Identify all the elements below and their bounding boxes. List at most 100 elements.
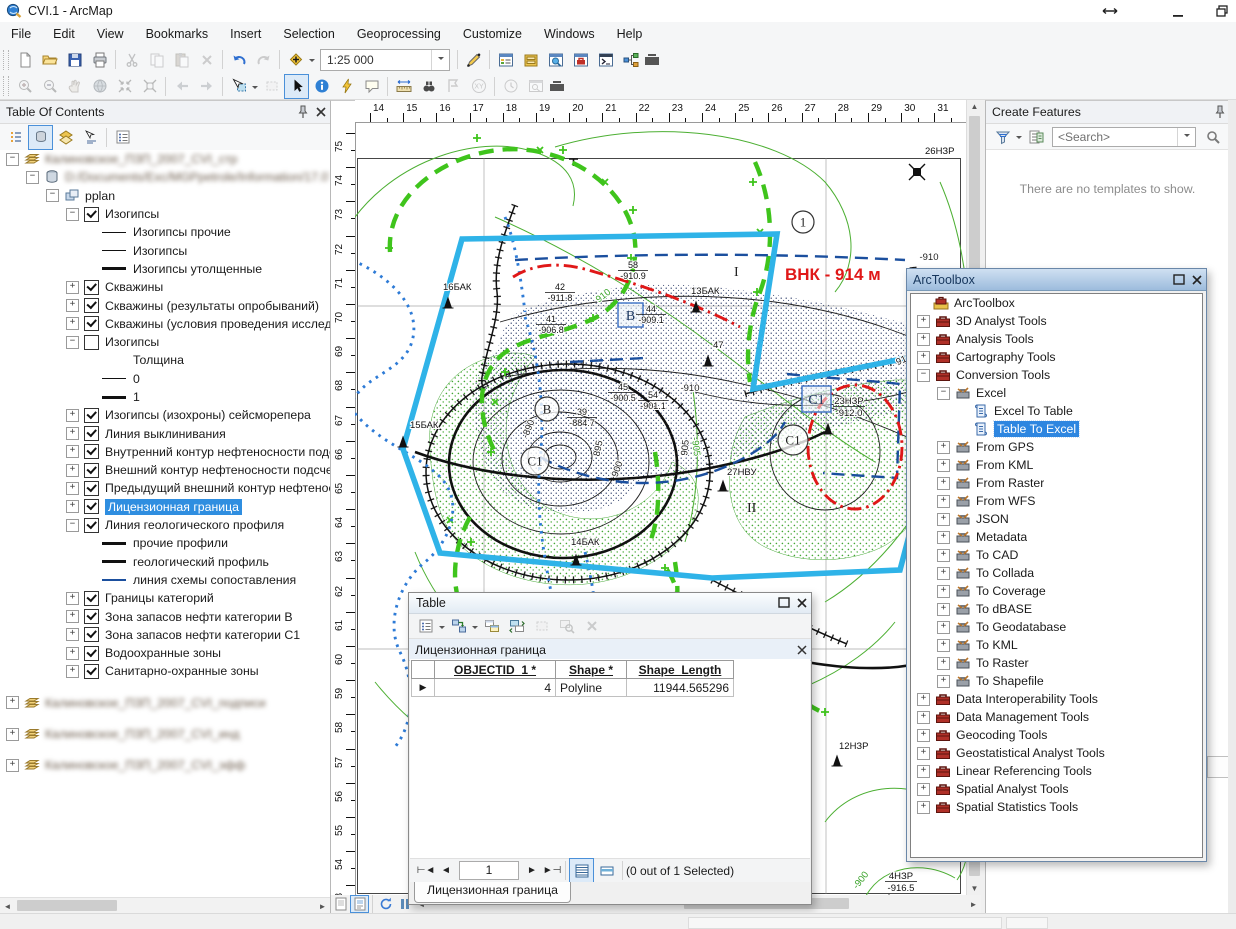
select-features-tool[interactable] [226, 74, 251, 99]
toc-item-d-documents-exc-mgppetrole-information-1[interactable]: −D:/Documents/Exc/MGPpetrole/Information… [0, 168, 330, 186]
layer-visibility-checkbox[interactable] [84, 207, 99, 222]
zoom-to-selected-button[interactable] [554, 614, 579, 639]
table-options-button-dropdown-icon[interactable] [439, 626, 445, 632]
redo-button[interactable] [251, 47, 276, 72]
layer-visibility-checkbox[interactable] [84, 444, 99, 459]
expand-icon[interactable]: + [937, 675, 950, 688]
related-tables-button[interactable] [446, 614, 471, 639]
scroll-up-icon[interactable]: ▲ [967, 102, 982, 111]
expand-icon[interactable]: + [937, 657, 950, 670]
arctoolbox-item-geostatistical-analyst-tools[interactable]: +Geostatistical Analyst Tools [911, 744, 1202, 762]
expand-icon[interactable]: + [66, 427, 79, 440]
full-extent-button[interactable] [87, 74, 112, 99]
select-by-attributes-button[interactable] [479, 614, 504, 639]
clear-table-selection-button[interactable] [529, 614, 554, 639]
toc-item-геологический-профиль[interactable]: геологический профиль [0, 553, 330, 571]
catalog-window-button[interactable] [518, 47, 543, 72]
toc-item-внешний-контур-нефтеносности-подсче[interactable]: +Внешний контур нефтеносности подсче [0, 461, 330, 479]
toc-item-калиновское-пзп-2007-cvi-стр[interactable]: −Калиновское_ПЗП_2007_CVI_стр [0, 150, 330, 168]
layer-visibility-checkbox[interactable] [84, 518, 99, 533]
arctoolbox-item-spatial-analyst-tools[interactable]: +Spatial Analyst Tools [911, 780, 1202, 798]
table-row[interactable]: ▶ 4 Polyline 11944.565296 [412, 679, 734, 697]
time-slider-button[interactable] [498, 74, 523, 99]
arctoolbox-item-spatial-statistics-tools[interactable]: +Spatial Statistics Tools [911, 798, 1202, 816]
arctoolbox-item-cartography-tools[interactable]: +Cartography Tools [911, 348, 1202, 366]
menu-bookmarks[interactable]: Bookmarks [135, 24, 220, 44]
collapse-icon[interactable]: − [937, 387, 950, 400]
collapse-icon[interactable]: − [6, 153, 19, 166]
layer-visibility-checkbox[interactable] [84, 408, 99, 423]
switch-selection-button[interactable] [504, 614, 529, 639]
arctoolbox-item-to-raster[interactable]: +To Raster [911, 654, 1202, 672]
arctoolbox-item-conversion-tools[interactable]: −Conversion Tools [911, 366, 1202, 384]
expand-icon[interactable]: + [937, 603, 950, 616]
viewer-window-button[interactable] [523, 74, 548, 99]
layer-visibility-checkbox[interactable] [84, 280, 99, 295]
layer-visibility-checkbox[interactable] [84, 499, 99, 514]
arctoolbox-item-to-dbase[interactable]: +To dBASE [911, 600, 1202, 618]
back-extent-button[interactable] [169, 74, 194, 99]
table-header-row[interactable]: OBJECTID_1 * Shape * Shape_Length [412, 661, 734, 679]
arctoolbox-item-json[interactable]: +JSON [911, 510, 1202, 528]
layer-visibility-checkbox[interactable] [84, 316, 99, 331]
filter-dropdown-icon[interactable] [1016, 136, 1022, 142]
menu-geoprocessing[interactable]: Geoprocessing [346, 24, 452, 44]
next-record-button[interactable]: ► [522, 865, 542, 876]
toc-item-pplan[interactable]: −pplan [0, 187, 330, 205]
arctoolbox-item-to-cad[interactable]: +To CAD [911, 546, 1202, 564]
toc-item-санитарно-охранные-зоны[interactable]: +Санитарно-охранные зоны [0, 662, 330, 680]
arctoolbox-title-bar[interactable]: ArcToolbox [907, 269, 1206, 291]
expand-icon[interactable]: + [917, 693, 930, 706]
toc-item-калиновское-пзп-2007-cvi-подписи[interactable]: +Калиновское_ПЗП_2007_CVI_подписи [0, 694, 330, 712]
expand-icon[interactable]: + [917, 711, 930, 724]
arctoolbox-item-3d-analyst-tools[interactable]: +3D Analyst Tools [911, 312, 1202, 330]
expand-icon[interactable]: + [66, 610, 79, 623]
toc-item-скважины[interactable]: +Скважины [0, 278, 330, 296]
expand-icon[interactable]: + [66, 409, 79, 422]
toc-item-скважины-условия-проведения-исследо[interactable]: +Скважины (условия проведения исследо [0, 315, 330, 333]
expand-icon[interactable]: + [6, 696, 19, 709]
arctoolbox-item-to-coverage[interactable]: +To Coverage [911, 582, 1202, 600]
pan-tool[interactable] [62, 74, 87, 99]
expand-icon[interactable]: + [937, 513, 950, 526]
expand-icon[interactable]: + [66, 592, 79, 605]
collapse-icon[interactable]: − [26, 171, 39, 184]
menu-customize[interactable]: Customize [452, 24, 533, 44]
menu-insert[interactable]: Insert [219, 24, 272, 44]
table-title-bar[interactable]: Table [409, 593, 811, 614]
show-all-records-button[interactable] [569, 858, 594, 883]
identify-tool[interactable] [309, 74, 334, 99]
layer-visibility-checkbox[interactable] [84, 609, 99, 624]
refresh-view-button[interactable] [376, 895, 395, 913]
menu-windows[interactable]: Windows [533, 24, 606, 44]
arctoolbox-item-from-kml[interactable]: +From KML [911, 456, 1202, 474]
expand-icon[interactable]: + [937, 477, 950, 490]
python-window-button[interactable] [593, 47, 618, 72]
toc-item-изогипсы-изохроны-сейсморепера[interactable]: +Изогипсы (изохроны) сейсморепера [0, 406, 330, 424]
toc-item-линия-выклинивания[interactable]: +Линия выклинивания [0, 424, 330, 442]
previous-record-button[interactable]: ◄ [436, 865, 456, 876]
arctoolbox-item-arctoolbox[interactable]: ArcToolbox [911, 294, 1202, 312]
toc-item-зона-запасов-нефти-категории-c1[interactable]: +Зона запасов нефти категории C1 [0, 626, 330, 644]
select-features-tool-dropdown-icon[interactable] [252, 86, 258, 92]
list-by-drawing-order-button[interactable] [3, 125, 28, 150]
toolbar-overflow-button[interactable] [550, 81, 564, 91]
toc-item-прочие-профили[interactable]: прочие профили [0, 534, 330, 552]
add-data-button-dropdown-icon[interactable] [309, 59, 315, 65]
toc-item-0[interactable]: 0 [0, 370, 330, 388]
expand-icon[interactable]: + [937, 567, 950, 580]
save-button[interactable] [62, 47, 87, 72]
undo-button[interactable] [226, 47, 251, 72]
first-record-button[interactable]: ⊢◄ [416, 865, 436, 876]
cut-button[interactable] [119, 47, 144, 72]
toc-close-icon[interactable] [312, 103, 330, 121]
open-button[interactable] [37, 47, 62, 72]
layout-view-button[interactable] [350, 895, 369, 913]
toc-item-границы-категорий[interactable]: +Границы категорий [0, 589, 330, 607]
html-popup-tool[interactable] [359, 74, 384, 99]
collapse-icon[interactable]: − [66, 336, 79, 349]
toc-item-линия-схемы-сопоставления[interactable]: линия схемы сопоставления [0, 571, 330, 589]
arctoolbox-item-metadata[interactable]: +Metadata [911, 528, 1202, 546]
show-selected-records-button[interactable] [594, 858, 619, 883]
find-route-button[interactable] [441, 74, 466, 99]
